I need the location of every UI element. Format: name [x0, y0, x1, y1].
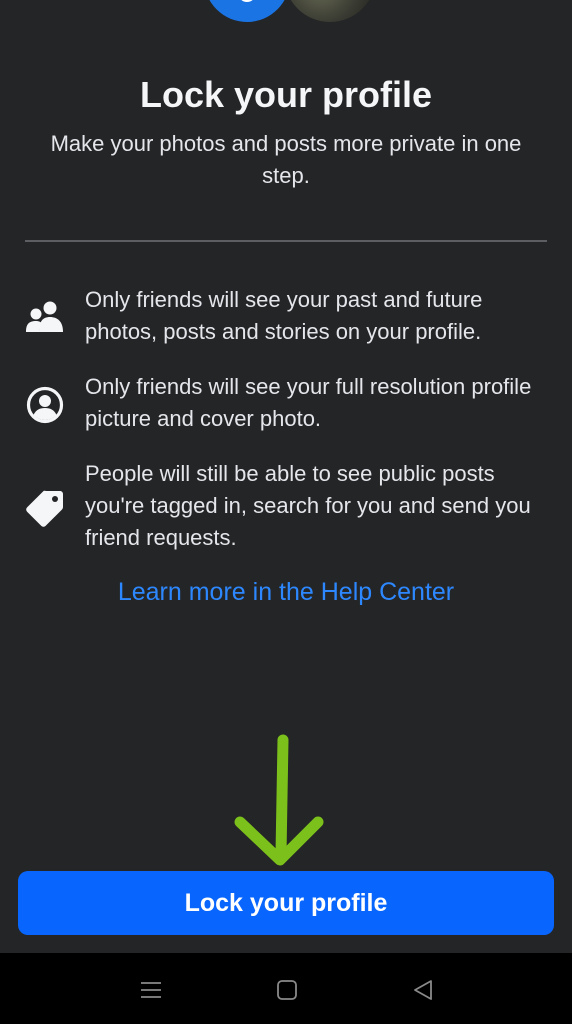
profile-circle-icon [26, 386, 64, 424]
home-square-icon[interactable] [275, 978, 299, 1002]
help-center-link[interactable]: Learn more in the Help Center [0, 578, 572, 607]
recents-menu-icon[interactable] [139, 978, 163, 1002]
system-nav-bar [0, 953, 572, 1024]
tag-icon [26, 490, 63, 527]
feature-text: Only friends will see your past and futu… [85, 287, 483, 344]
annotation-arrow-down-icon [234, 734, 324, 866]
hero-icons [0, 0, 572, 22]
divider [25, 240, 547, 242]
page-title: Lock your profile [139, 74, 433, 115]
lock-profile-button[interactable]: Lock your profile [18, 871, 554, 935]
shield-icon [204, 0, 290, 22]
feature-text: People will still be able to see public … [85, 461, 531, 550]
friends-icon [26, 301, 63, 332]
avatar [284, 0, 376, 22]
back-triangle-icon[interactable] [411, 978, 435, 1002]
lock-profile-screen: Lock your profile Make your photos and p… [0, 0, 572, 953]
feature-text: Only friends will see your full resoluti… [85, 374, 532, 431]
page-subtitle: Make your photos and posts more private … [50, 131, 522, 188]
